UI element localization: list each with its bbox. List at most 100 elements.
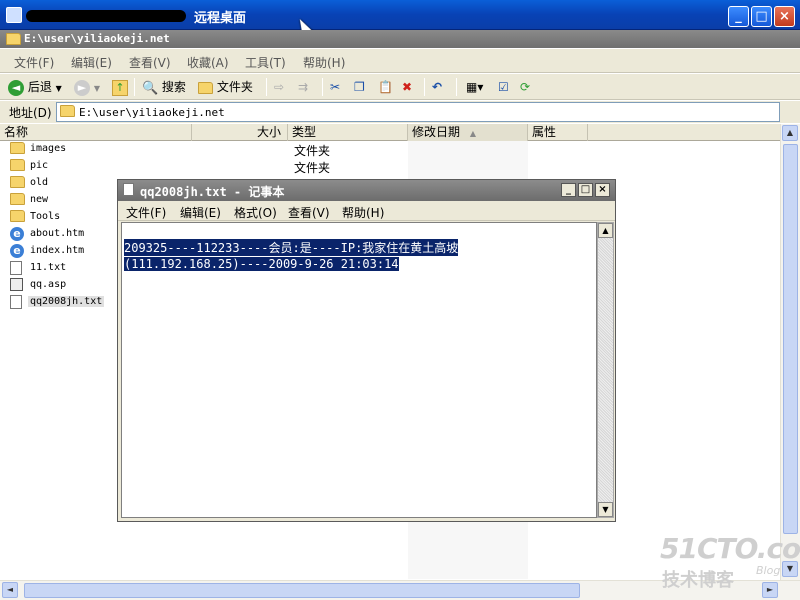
folders-button[interactable]: 文件夹 (198, 78, 253, 96)
notepad-minimize-button[interactable]: _ (561, 183, 576, 197)
undo-button[interactable]: ↶ (432, 78, 442, 96)
asp-file-icon (10, 278, 23, 291)
notepad-menu-format[interactable]: 格式(O) (234, 204, 277, 221)
scissors-icon: ✂ (330, 80, 341, 94)
watermark-tagline: 技术博客 (662, 570, 734, 591)
views-grid-icon: ▦▾ (466, 80, 484, 94)
ie-icon: e (10, 244, 24, 258)
column-type[interactable]: 类型 (288, 124, 408, 141)
column-attributes[interactable]: 属性 (528, 124, 588, 141)
file-row[interactable]: pic文件夹2009-3-12 11:39 (0, 158, 780, 175)
file-name: pic (30, 160, 49, 171)
scrollbar-thumb[interactable] (783, 144, 798, 534)
remote-desktop-icon (6, 7, 22, 23)
forward-button[interactable]: ► ▼ (74, 78, 100, 96)
scroll-left-icon[interactable]: ◄ (2, 582, 18, 598)
explorer-title-bar[interactable]: E:\user\yiliaokeji.net (0, 30, 800, 48)
remote-desktop-title-bar[interactable]: 远程桌面 _ □ × (0, 0, 800, 38)
menu-favorites[interactable]: 收藏(A) (187, 54, 229, 71)
explorer-vertical-scrollbar[interactable]: ▲ ▼ (780, 124, 800, 580)
notepad-menu-view[interactable]: 查看(V) (288, 204, 330, 221)
folder-icon (10, 193, 25, 205)
move-to-button[interactable]: ⇨ (274, 78, 284, 96)
search-label: 搜索 (161, 80, 186, 94)
search-button[interactable]: 🔍 搜索 (142, 78, 186, 96)
copy-to-button[interactable]: ⇉ (298, 78, 308, 96)
notepad-menu-file[interactable]: 文件(F) (126, 204, 166, 221)
properties-button[interactable]: ☑ (498, 78, 509, 96)
file-row[interactable]: images文件夹2008-12-31 12:10 (0, 141, 780, 158)
file-list-header: 名称 大小 类型 修改日期 ▲ 属性 (0, 124, 780, 141)
text-file-icon (10, 295, 22, 309)
menu-file[interactable]: 文件(F) (14, 54, 54, 71)
notepad-text-area[interactable]: 209325----112233----会员:是----IP:我家住在黄土高坡 … (121, 222, 597, 518)
notepad-icon (123, 183, 134, 196)
delete-x-icon: ✖ (402, 80, 413, 94)
forward-arrow-icon: ► (74, 79, 90, 96)
remote-desktop-title: 远程桌面 (194, 11, 247, 26)
explorer-toolbar: ◄ 后退 ▼ ► ▼ ↑ 🔍 搜索 文件夹 ⇨ ⇉ ✂ ❐ 📋 ✖ ↶ ▦▾ ☑… (0, 74, 800, 100)
scroll-up-icon[interactable]: ▲ (782, 125, 798, 141)
folder-icon (10, 159, 25, 171)
file-type: 文件夹 (294, 144, 331, 158)
copy-button[interactable]: ❐ (354, 78, 365, 96)
scroll-down-icon[interactable]: ▼ (598, 502, 613, 517)
dropdown-arrow-icon: ▼ (55, 84, 62, 93)
paste-icon: 📋 (378, 80, 393, 94)
scrollbar-thumb[interactable] (24, 583, 580, 598)
text-file-icon (10, 261, 22, 275)
watermark-blog: Blog (756, 564, 781, 577)
menu-view[interactable]: 查看(V) (129, 54, 171, 71)
cut-button[interactable]: ✂ (330, 78, 340, 96)
notepad-vertical-scrollbar[interactable]: ▲ ▼ (597, 222, 614, 518)
column-name[interactable]: 名称 (0, 124, 192, 141)
delete-button[interactable]: ✖ (402, 78, 412, 96)
file-name: images (30, 143, 67, 154)
folder-icon (198, 81, 213, 94)
watermark-brand: 51CTO.com (660, 532, 800, 565)
menu-edit[interactable]: 编辑(E) (71, 54, 112, 71)
file-name: index.htm (30, 245, 85, 256)
notepad-title-bar[interactable]: qq2008jh.txt - 记事本 _ □ × (118, 180, 615, 201)
back-label: 后退 (27, 80, 52, 94)
address-value: E:\user\yiliaokeji.net (79, 106, 225, 119)
menu-tools[interactable]: 工具(T) (245, 54, 286, 71)
properties-check-icon: ☑ (498, 80, 509, 94)
menu-help[interactable]: 帮助(H) (303, 54, 345, 71)
refresh-button[interactable]: ⟳ (520, 78, 530, 96)
selected-text-line: (111.192.168.25)----2009-9-26 21:03:14 (124, 257, 399, 271)
explorer-path-title: E:\user\yiliaokeji.net (24, 32, 170, 45)
address-input[interactable]: E:\user\yiliaokeji.net (56, 102, 780, 122)
paste-button[interactable]: 📋 (378, 78, 393, 96)
column-modified[interactable]: 修改日期 ▲ (408, 124, 528, 141)
notepad-menu-help[interactable]: 帮助(H) (342, 204, 384, 221)
file-name: new (30, 194, 49, 205)
views-button[interactable]: ▦▾ (466, 78, 483, 96)
maximize-button[interactable]: □ (751, 6, 772, 27)
notepad-menu-edit[interactable]: 编辑(E) (180, 204, 221, 221)
folders-label: 文件夹 (216, 80, 253, 94)
column-size[interactable]: 大小 (192, 124, 288, 141)
up-folder-button[interactable]: ↑ (112, 78, 128, 96)
notepad-close-button[interactable]: × (595, 183, 610, 197)
undo-icon: ↶ (432, 80, 443, 94)
notepad-maximize-button[interactable]: □ (578, 183, 593, 197)
selected-text-line: 209325----112233----会员:是----IP:我家住在黄土高坡 (124, 239, 459, 256)
notepad-window[interactable]: qq2008jh.txt - 记事本 _ □ × 文件(F) 编辑(E) 格式(… (117, 179, 616, 522)
folder-icon (6, 33, 21, 45)
file-name: old (30, 177, 49, 188)
back-button[interactable]: ◄ 后退 ▼ (8, 78, 62, 96)
minimize-button[interactable]: _ (728, 6, 749, 27)
folder-icon (10, 142, 25, 154)
folder-icon (60, 105, 75, 117)
close-button[interactable]: × (774, 6, 795, 27)
scroll-up-icon[interactable]: ▲ (598, 223, 613, 238)
folder-icon (10, 176, 25, 188)
back-arrow-icon: ◄ (8, 79, 24, 96)
scroll-right-icon[interactable]: ► (762, 582, 778, 598)
column-modified-label: 修改日期 (412, 125, 461, 139)
explorer-menu-bar: 文件(F) 编辑(E) 查看(V) 收藏(A) 工具(T) 帮助(H) (0, 49, 800, 73)
copy-icon: ❐ (354, 80, 365, 94)
file-name: about.htm (30, 228, 85, 239)
notepad-title: qq2008jh.txt - 记事本 (140, 185, 285, 199)
